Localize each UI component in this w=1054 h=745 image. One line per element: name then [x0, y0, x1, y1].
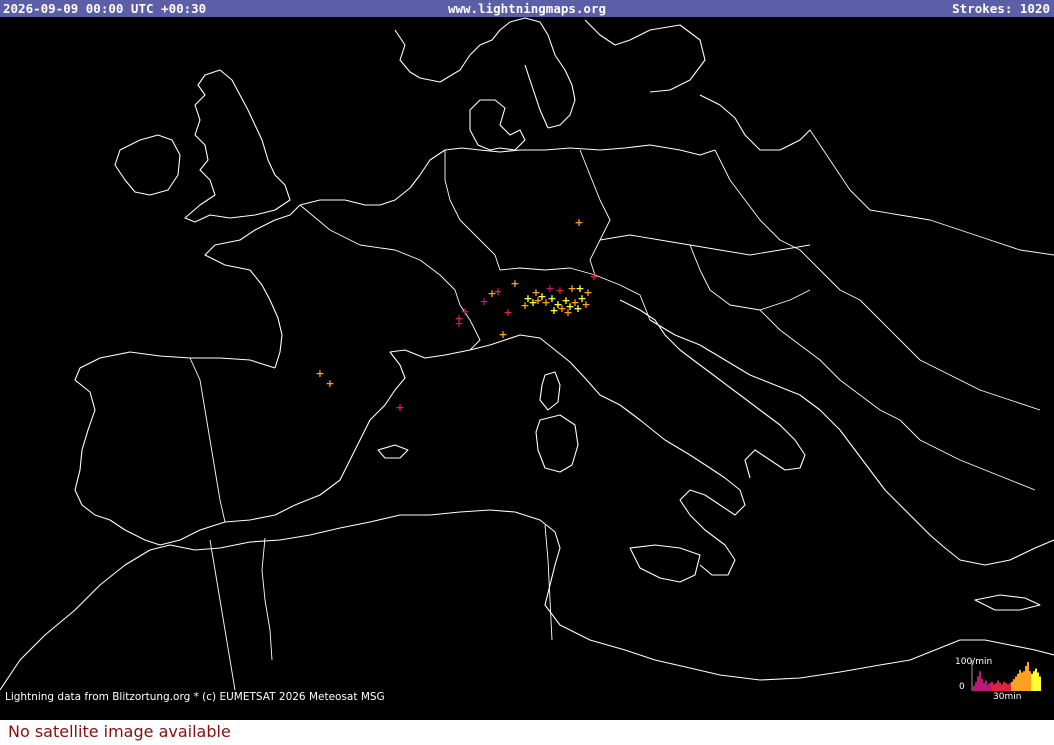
lightning-stroke-marker: + [479, 295, 488, 308]
histogram-bar [983, 683, 985, 691]
histogram-bar [1015, 676, 1017, 691]
histogram-bar [975, 681, 977, 691]
histogram-bar [997, 680, 999, 691]
coastline-baltic [699, 94, 811, 151]
lightning-stroke-marker: + [563, 306, 572, 319]
histogram-bar [1035, 668, 1037, 691]
lightning-stroke-marker: + [589, 270, 598, 283]
coastline-italy [444, 334, 746, 576]
histogram-bars [971, 660, 1041, 691]
histogram-bar [1005, 683, 1007, 691]
histogram-bar [1039, 676, 1041, 691]
lightning-stroke-marker: + [574, 216, 583, 229]
no-satellite-notice: No satellite image available [8, 722, 231, 741]
lightning-stroke-marker: + [510, 277, 519, 290]
lightning-stroke-marker: + [487, 287, 496, 300]
country-borders [189, 129, 1054, 691]
lightning-stroke-marker: + [545, 282, 554, 295]
histogram-bar [979, 671, 981, 691]
coastline-norway [394, 17, 576, 129]
lightning-stroke-marker: + [583, 286, 592, 299]
coastline-britain [184, 69, 291, 223]
site-url[interactable]: www.lightningmaps.org [0, 0, 1054, 17]
histogram-bar [973, 685, 975, 691]
lightning-strokes: ++++++++++++++++++++++++++ ++++++ +++++ [315, 216, 598, 414]
coastline-sardinia [535, 414, 579, 473]
histogram-bar [1019, 669, 1021, 691]
coastline-crete [974, 594, 1041, 611]
coastline-sicily [629, 544, 701, 583]
coastline-balkans [649, 319, 1054, 566]
lightning-stroke-marker: + [531, 286, 540, 299]
histogram-bar [993, 684, 995, 691]
lightning-stroke-marker: + [555, 284, 564, 297]
lightning-stroke-marker: + [325, 377, 334, 390]
histogram-bar [1031, 673, 1033, 691]
lightning-stroke-marker: + [503, 306, 512, 319]
lightning-stroke-marker: + [395, 401, 404, 414]
histogram-bar [1033, 671, 1035, 691]
coastline-finland [584, 19, 706, 93]
coastline-north-africa [0, 509, 1054, 691]
histogram-bar [1007, 684, 1009, 691]
coastline-iberia [74, 349, 446, 546]
histogram-bar [999, 683, 1001, 691]
histogram-bar [991, 681, 993, 691]
coastline-map: ++++++++++++++++++++++++++ ++++++ +++++ [0, 17, 1054, 691]
coastline-denmark [469, 99, 526, 151]
lightning-map[interactable]: + + + + + + + + + + + + + + + + + + + + + + + + + + + + + + + + + + + + + 20… [0, 0, 1054, 720]
coastline-corsica [539, 371, 561, 411]
coastline-balearics [377, 444, 409, 459]
coastline-ireland [114, 134, 181, 196]
histogram-bar [981, 679, 983, 691]
coastline-france-west [204, 204, 301, 369]
histogram-bar [1011, 681, 1013, 691]
data-credit: Lightning data from Blitzortung.org * (c… [5, 691, 385, 703]
histogram-bar [1003, 681, 1005, 691]
histogram-bar [985, 680, 987, 691]
lightning-stroke-marker: + [454, 317, 463, 330]
histogram-bar [1027, 661, 1029, 691]
histogram-bar [1029, 671, 1031, 691]
histogram-bar [1017, 673, 1019, 691]
histogram-bar [995, 683, 997, 691]
lightning-stroke-marker: + [581, 298, 590, 311]
histogram-bar [1037, 672, 1039, 691]
histogram-bar [987, 684, 989, 691]
lightning-stroke-marker: + [549, 304, 558, 317]
stroke-count: Strokes: 1020 [952, 1, 1050, 16]
header-bar: 2026-09-09 00:00 UTC +00:30 www.lightnin… [0, 0, 1054, 17]
coastline-north-sea [299, 144, 716, 206]
lightning-stroke-marker: + [315, 367, 324, 380]
histogram-bar [1021, 672, 1023, 691]
lightning-stroke-marker: + [520, 299, 529, 312]
histogram-bar [1013, 679, 1015, 691]
histogram-bar [989, 683, 991, 691]
stroke-rate-histogram: 100/min 0 30min [955, 657, 1051, 705]
histogram-bar [977, 676, 979, 691]
histogram-bar [1001, 684, 1003, 691]
coastline-sweden-east [524, 64, 549, 129]
lightning-stroke-marker: + [498, 328, 507, 341]
histogram-bar [1025, 665, 1027, 691]
histogram-bar [1023, 671, 1025, 691]
histogram-bar [1009, 683, 1011, 691]
